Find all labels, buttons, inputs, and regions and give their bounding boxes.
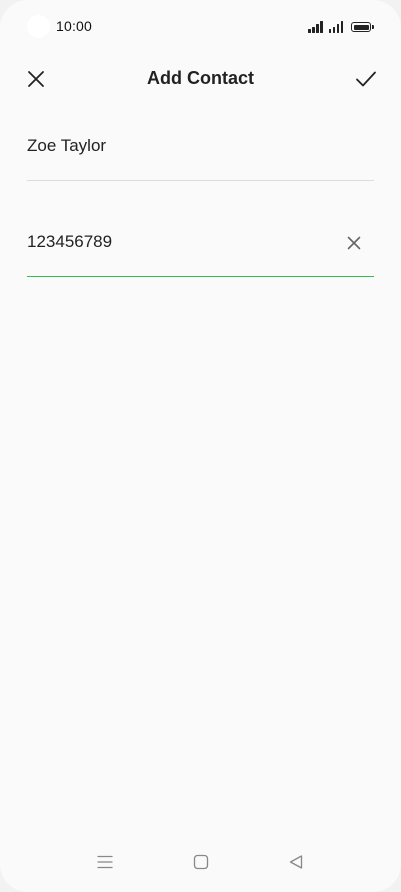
clear-icon: [347, 236, 361, 250]
phone-screen: 10:00 Add Contact Zoe Taylor 123456789: [0, 0, 401, 892]
navigation-bar: [0, 840, 401, 892]
signal-icon: [308, 21, 323, 33]
name-field[interactable]: Zoe Taylor: [27, 124, 374, 181]
name-value: Zoe Taylor: [27, 136, 107, 155]
check-icon: [356, 71, 376, 87]
nav-home-button[interactable]: [187, 848, 215, 876]
phone-field[interactable]: 123456789: [27, 220, 374, 277]
nav-back-button[interactable]: [282, 848, 310, 876]
status-time: 10:00: [56, 18, 93, 34]
app-header: Add Contact: [0, 58, 401, 100]
battery-icon: [351, 22, 374, 32]
signal-icon: [328, 21, 343, 33]
back-icon: [289, 855, 303, 869]
front-camera: [27, 15, 50, 38]
nav-menu-button[interactable]: [91, 848, 119, 876]
status-icons: [308, 19, 374, 33]
page-title: Add Contact: [147, 68, 254, 88]
home-icon: [193, 854, 209, 870]
clear-phone-button[interactable]: [342, 231, 366, 255]
phone-value: 123456789: [27, 232, 113, 251]
save-button[interactable]: [349, 63, 383, 95]
status-bar: 10:00: [0, 0, 401, 52]
menu-icon: [97, 855, 113, 869]
